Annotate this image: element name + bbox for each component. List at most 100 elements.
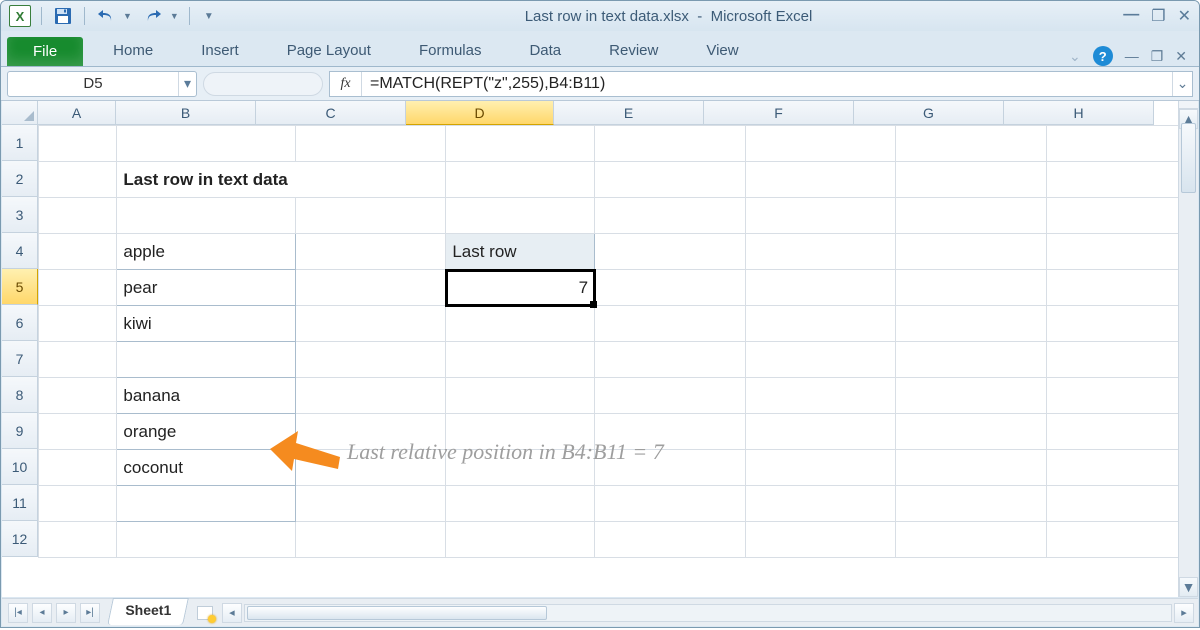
column-header-G[interactable]: G bbox=[854, 101, 1004, 125]
cell-E12[interactable] bbox=[595, 522, 746, 558]
cell-D12[interactable] bbox=[446, 522, 595, 558]
cell-E7[interactable] bbox=[595, 342, 746, 378]
cell-C6[interactable] bbox=[295, 306, 446, 342]
cell-E3[interactable] bbox=[595, 198, 746, 234]
cell-D11[interactable] bbox=[446, 486, 595, 522]
undo-icon[interactable] bbox=[95, 5, 117, 27]
cell-C12[interactable] bbox=[295, 522, 446, 558]
cell-C3[interactable] bbox=[295, 198, 446, 234]
name-box-value[interactable]: D5 bbox=[8, 75, 178, 92]
cell-E2[interactable] bbox=[595, 162, 746, 198]
cell-B10[interactable]: coconut bbox=[117, 450, 295, 486]
sheet-last-icon[interactable]: ▸| bbox=[80, 603, 100, 623]
name-box-dropdown-icon[interactable]: ▾ bbox=[178, 72, 196, 96]
cell-F11[interactable] bbox=[745, 486, 896, 522]
row-header-1[interactable]: 1 bbox=[2, 125, 38, 161]
cell-F9[interactable] bbox=[745, 414, 896, 450]
save-icon[interactable] bbox=[52, 5, 74, 27]
cell-G8[interactable] bbox=[896, 378, 1047, 414]
cell-F12[interactable] bbox=[745, 522, 896, 558]
cell-A3[interactable] bbox=[39, 198, 117, 234]
cell-F10[interactable] bbox=[745, 450, 896, 486]
cell-G3[interactable] bbox=[896, 198, 1047, 234]
sheet-first-icon[interactable]: |◂ bbox=[8, 603, 28, 623]
cell-D4[interactable]: Last row bbox=[446, 234, 595, 270]
row-header-8[interactable]: 8 bbox=[2, 377, 38, 413]
file-tab[interactable]: File bbox=[7, 37, 83, 66]
cell-C7[interactable] bbox=[295, 342, 446, 378]
cell-F5[interactable] bbox=[745, 270, 896, 306]
column-header-F[interactable]: F bbox=[704, 101, 854, 125]
cell-D3[interactable] bbox=[446, 198, 595, 234]
row-header-11[interactable]: 11 bbox=[2, 485, 38, 521]
horizontal-scroll-track[interactable] bbox=[244, 604, 1172, 622]
cell-B5[interactable]: pear bbox=[117, 270, 295, 306]
scroll-right-icon[interactable]: ▸ bbox=[1174, 603, 1194, 623]
cell-A7[interactable] bbox=[39, 342, 117, 378]
cell-F4[interactable] bbox=[745, 234, 896, 270]
cell-C2[interactable] bbox=[295, 162, 446, 198]
close-icon[interactable]: ✕ bbox=[1178, 6, 1191, 26]
sheet-next-icon[interactable]: ▸ bbox=[56, 603, 76, 623]
row-header-9[interactable]: 9 bbox=[2, 413, 38, 449]
row-header-5[interactable]: 5 bbox=[2, 269, 38, 305]
cell-D7[interactable] bbox=[446, 342, 595, 378]
workbook-minimize-icon[interactable]: — bbox=[1125, 48, 1139, 64]
cell-D5[interactable]: 7 bbox=[446, 270, 595, 306]
column-header-E[interactable]: E bbox=[554, 101, 704, 125]
column-header-H[interactable]: H bbox=[1004, 101, 1154, 125]
row-header-7[interactable]: 7 bbox=[2, 341, 38, 377]
row-header-3[interactable]: 3 bbox=[2, 197, 38, 233]
cell-D2[interactable] bbox=[446, 162, 595, 198]
tab-data[interactable]: Data bbox=[505, 35, 585, 66]
cell-D6[interactable] bbox=[446, 306, 595, 342]
split-handle[interactable] bbox=[1179, 101, 1198, 109]
help-icon[interactable]: ? bbox=[1093, 46, 1113, 66]
qat-customize-icon[interactable]: ▼ bbox=[204, 11, 214, 22]
cell-C4[interactable] bbox=[295, 234, 446, 270]
minimize-icon[interactable]: — bbox=[1123, 6, 1139, 26]
cell-E1[interactable] bbox=[595, 126, 746, 162]
tab-formulas[interactable]: Formulas bbox=[395, 35, 506, 66]
cell-D8[interactable] bbox=[446, 378, 595, 414]
cell-F6[interactable] bbox=[745, 306, 896, 342]
cell-G1[interactable] bbox=[896, 126, 1047, 162]
cell-E8[interactable] bbox=[595, 378, 746, 414]
horizontal-scrollbar[interactable]: ◂ ▸ bbox=[218, 599, 1198, 626]
cell-A9[interactable] bbox=[39, 414, 117, 450]
cell-H5[interactable] bbox=[1047, 270, 1198, 306]
cell-G4[interactable] bbox=[896, 234, 1047, 270]
cell-G11[interactable] bbox=[896, 486, 1047, 522]
column-header-A[interactable]: A bbox=[38, 101, 116, 125]
undo-dropdown-icon[interactable]: ▼ bbox=[123, 11, 132, 21]
cell-B11[interactable] bbox=[117, 486, 295, 522]
row-header-2[interactable]: 2 bbox=[2, 161, 38, 197]
cell-C1[interactable] bbox=[295, 126, 446, 162]
formula-bar[interactable]: fx =MATCH(REPT("z",255),B4:B11) ⌄ bbox=[329, 71, 1193, 97]
cell-H2[interactable] bbox=[1047, 162, 1198, 198]
column-header-B[interactable]: B bbox=[116, 101, 256, 125]
cell-E6[interactable] bbox=[595, 306, 746, 342]
cell-A11[interactable] bbox=[39, 486, 117, 522]
fx-icon[interactable]: fx bbox=[330, 72, 362, 96]
cell-A10[interactable] bbox=[39, 450, 117, 486]
cell-A12[interactable] bbox=[39, 522, 117, 558]
cell-H11[interactable] bbox=[1047, 486, 1198, 522]
tab-view[interactable]: View bbox=[682, 35, 762, 66]
vertical-scrollbar[interactable]: ▲ ▼ bbox=[1178, 101, 1198, 597]
row-header-6[interactable]: 6 bbox=[2, 305, 38, 341]
workbook-close-icon[interactable]: ✕ bbox=[1175, 48, 1187, 65]
cell-B12[interactable] bbox=[117, 522, 295, 558]
cell-G5[interactable] bbox=[896, 270, 1047, 306]
sheet-prev-icon[interactable]: ◂ bbox=[32, 603, 52, 623]
cell-B7[interactable] bbox=[117, 342, 295, 378]
workbook-restore-icon[interactable]: ❐ bbox=[1151, 48, 1164, 65]
formula-input[interactable]: =MATCH(REPT("z",255),B4:B11) bbox=[362, 75, 1172, 93]
tab-home[interactable]: Home bbox=[89, 35, 177, 66]
cell-H12[interactable] bbox=[1047, 522, 1198, 558]
select-all-button[interactable] bbox=[2, 101, 38, 125]
cell-C8[interactable] bbox=[295, 378, 446, 414]
cell-G7[interactable] bbox=[896, 342, 1047, 378]
cell-H9[interactable] bbox=[1047, 414, 1198, 450]
cell-A1[interactable] bbox=[39, 126, 117, 162]
